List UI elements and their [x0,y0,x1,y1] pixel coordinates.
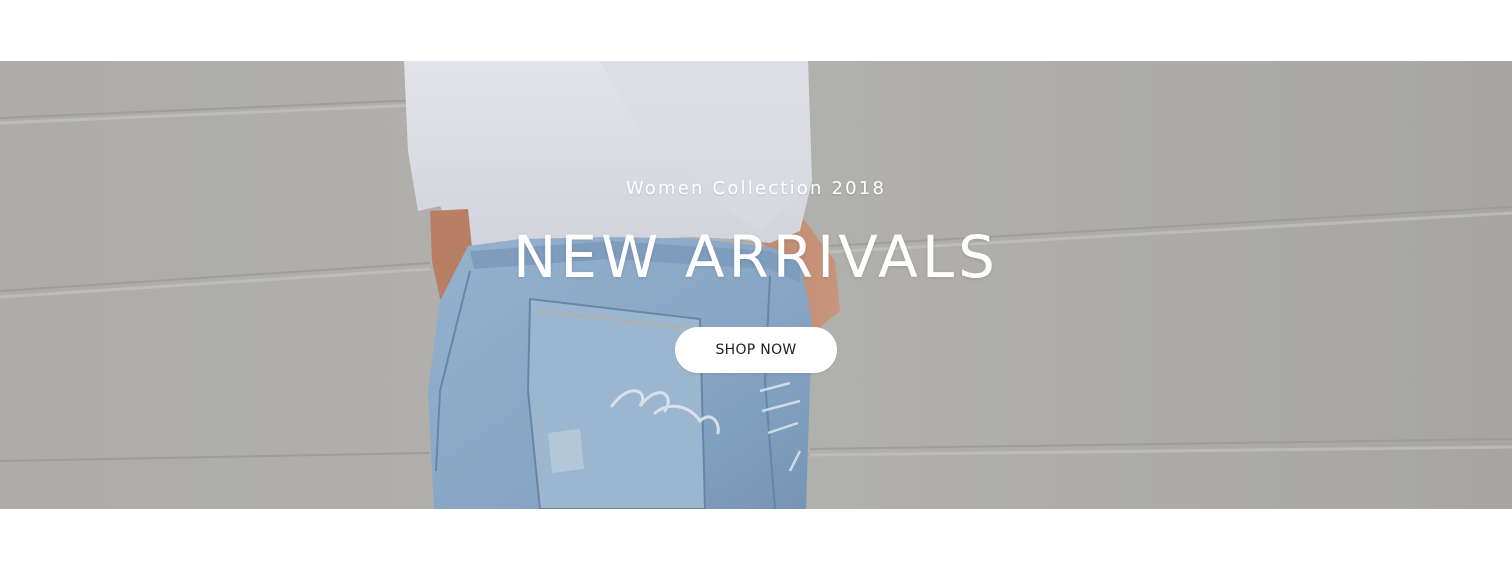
collection-subtitle: Women Collection 2018 [625,178,887,199]
hero-headline: NEW ARRIVALS [513,223,999,291]
hero-banner: Women Collection 2018 NEW ARRIVALS SHOP … [0,61,1512,509]
page: Women Collection 2018 NEW ARRIVALS SHOP … [0,0,1512,570]
shop-now-button[interactable]: SHOP NOW [675,327,837,373]
hero-content: Women Collection 2018 NEW ARRIVALS SHOP … [0,61,1512,509]
